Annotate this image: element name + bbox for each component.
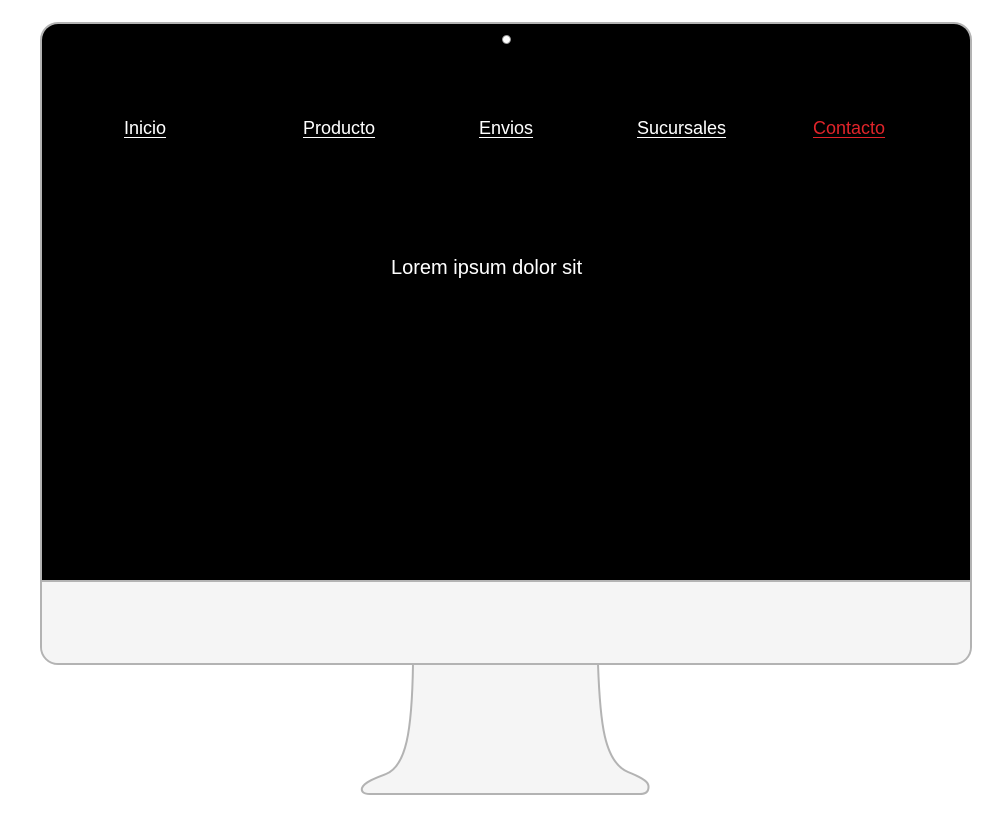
nav-link-envios[interactable]: Envios — [479, 118, 533, 139]
monitor-frame: Inicio Producto Envios Sucursales Contac… — [40, 22, 972, 665]
nav-link-sucursales[interactable]: Sucursales — [637, 118, 726, 139]
hero-text: Lorem ipsum dolor sit — [391, 257, 583, 279]
camera-icon — [502, 35, 511, 44]
monitor-stand — [360, 663, 650, 795]
monitor-screen: Inicio Producto Envios Sucursales Contac… — [42, 24, 970, 582]
monitor-chin — [42, 582, 970, 663]
nav-link-producto[interactable]: Producto — [303, 118, 375, 139]
nav-link-inicio[interactable]: Inicio — [124, 118, 166, 139]
page: Inicio Producto Envios Sucursales Contac… — [0, 0, 1008, 822]
nav-link-contacto[interactable]: Contacto — [813, 118, 885, 139]
